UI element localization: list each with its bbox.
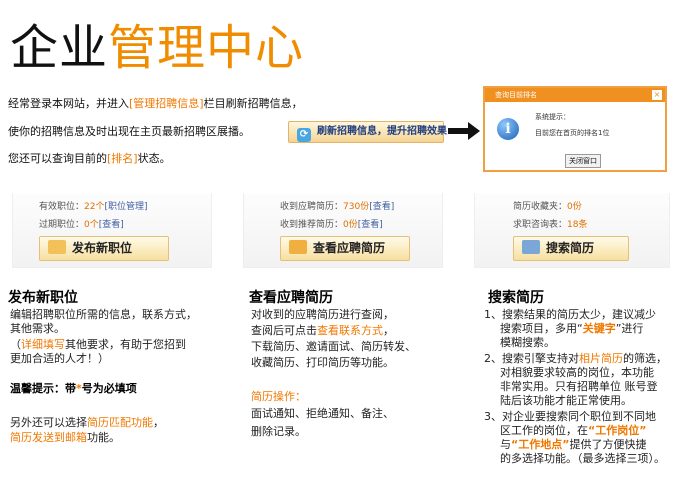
close-icon[interactable]: × bbox=[652, 90, 662, 100]
active-jobs-row: 有效职位：22个[职位管理] bbox=[39, 202, 148, 212]
search-tip-2d: 陆后该功能才能正常使用。 bbox=[500, 394, 632, 407]
resume-ops-heading: 简历操作： bbox=[251, 390, 306, 403]
ranking-dialog: 查询目前排名 × i 系统提示： 目前您在首页的排名1位 关闭窗口 bbox=[483, 86, 667, 172]
resumes-heading: 查看应聘简历 bbox=[249, 290, 333, 306]
dialog-label: 系统提示： bbox=[535, 113, 570, 121]
resumes-panel: 收到应聘简历：730份[查看] 收到推荐简历：0份[查看] 查看应聘简历 bbox=[243, 193, 443, 268]
recommended-resumes-row: 收到推荐简历：0份[查看] bbox=[280, 220, 383, 230]
envelope-icon bbox=[289, 240, 307, 254]
resumes-desc-4: 收藏简历、打印简历等功能。 bbox=[251, 356, 394, 369]
resume-ops-1: 面试通知、拒绝通知、备注、 bbox=[251, 407, 394, 420]
publish-desc-1: 编辑招聘职位所需的信息，联系方式， bbox=[10, 308, 197, 321]
search-heading: 搜索简历 bbox=[488, 290, 544, 306]
publish-desc-3: （详细填写其他要求，有助于您招到 bbox=[10, 338, 186, 351]
publish-panel: 有效职位：22个[职位管理] 过期职位：0个[查看] 发布新职位 bbox=[12, 193, 212, 268]
resumes-desc-3: 下载简历、邀请面试、简历转发、 bbox=[251, 340, 416, 353]
document-icon bbox=[48, 240, 66, 254]
publish-job-button[interactable]: 发布新职位 bbox=[39, 236, 169, 261]
publish-heading: 发布新职位 bbox=[8, 290, 78, 306]
dialog-title: 查询目前排名 bbox=[485, 88, 665, 102]
refresh-jobs-button[interactable]: ⟳ 刷新招聘信息，提升招聘效果 bbox=[288, 121, 447, 143]
refresh-icon: ⟳ bbox=[297, 128, 311, 142]
view-received-link[interactable]: [查看] bbox=[369, 202, 394, 212]
search-panel: 简历收藏夹：0份 求职咨询表：18条 搜索简历 bbox=[474, 193, 670, 268]
resumes-desc-1: 对收到的应聘简历进行查阅， bbox=[251, 308, 394, 321]
view-expired-link[interactable]: [查看] bbox=[99, 220, 124, 230]
inquiries-row: 求职咨询表：18条 bbox=[513, 220, 588, 230]
arrow-shaft bbox=[448, 128, 470, 134]
close-window-button[interactable]: 关闭窗口 bbox=[565, 154, 601, 168]
arrow-right-icon bbox=[468, 122, 480, 140]
search-tip-2b: 对相貌要求较高的岗位，本功能 bbox=[500, 366, 654, 379]
job-manage-link[interactable]: [职位管理] bbox=[104, 202, 147, 212]
search-tip-1a: 1、搜索结果的简历太少，建议减少 bbox=[484, 308, 656, 321]
view-resumes-button[interactable]: 查看应聘简历 bbox=[280, 236, 410, 261]
favorites-row: 简历收藏夹：0份 bbox=[513, 202, 582, 212]
dialog-message: 目前您在首页的排名1位 bbox=[535, 129, 610, 137]
publish-desc-2: 其他需求。 bbox=[10, 322, 65, 335]
manage-jobs-link[interactable]: [管理招聘信息] bbox=[129, 97, 204, 110]
search-tip-3c: 与“工作地点”提供了方便快捷 bbox=[500, 438, 647, 451]
ranking-link[interactable]: [排名] bbox=[107, 152, 138, 165]
search-tip-3d: 的多选择功能。（最多选择三项）。 bbox=[500, 452, 665, 465]
expired-jobs-row: 过期职位：0个[查看] bbox=[39, 220, 124, 230]
search-tip-1c: 模糊搜索。 bbox=[500, 336, 555, 349]
search-resumes-button[interactable]: 搜索简历 bbox=[513, 236, 629, 261]
resumes-desc-2: 查阅后可点击查看联系方式， bbox=[251, 324, 394, 337]
intro-line-3: 您还可以查询目前的[排名]状态。 bbox=[8, 152, 171, 165]
resume-ops-2: 删除记录。 bbox=[251, 425, 306, 438]
intro-line-1: 经常登录本网站，并进入[管理招聘信息]栏目刷新招聘信息， bbox=[8, 97, 303, 110]
publish-extra-2: 简历发送到邮箱功能。 bbox=[10, 431, 120, 444]
search-tip-2a: 2、搜索引擎支持对相片简历的筛选， bbox=[484, 352, 667, 365]
received-resumes-row: 收到应聘简历：730份[查看] bbox=[280, 202, 395, 212]
info-icon: i bbox=[497, 118, 519, 140]
search-tip-3b: 区工作的岗位，在“工作岗位” bbox=[500, 424, 647, 437]
intro-line-2: 使你的招聘信息及时出现在主页最新招聘区展播。 bbox=[8, 125, 250, 138]
page-title: 企业管理中心 bbox=[10, 20, 305, 76]
required-tip: 温馨提示：带*号为必填项 bbox=[10, 382, 137, 395]
publish-extra-1: 另外还可以选择简历匹配功能， bbox=[10, 416, 164, 429]
search-tip-3a: 3、对企业要搜索同个职位到不同地 bbox=[484, 410, 656, 423]
view-recommended-link[interactable]: [查看] bbox=[358, 220, 383, 230]
search-icon bbox=[522, 240, 540, 254]
publish-desc-4: 更加合适的人才！） bbox=[10, 352, 109, 365]
search-tip-2c: 非常实用。只有招聘单位 账号登 bbox=[500, 380, 658, 393]
search-tip-1b: 搜索项目，多用“关键字”进行 bbox=[500, 322, 644, 335]
